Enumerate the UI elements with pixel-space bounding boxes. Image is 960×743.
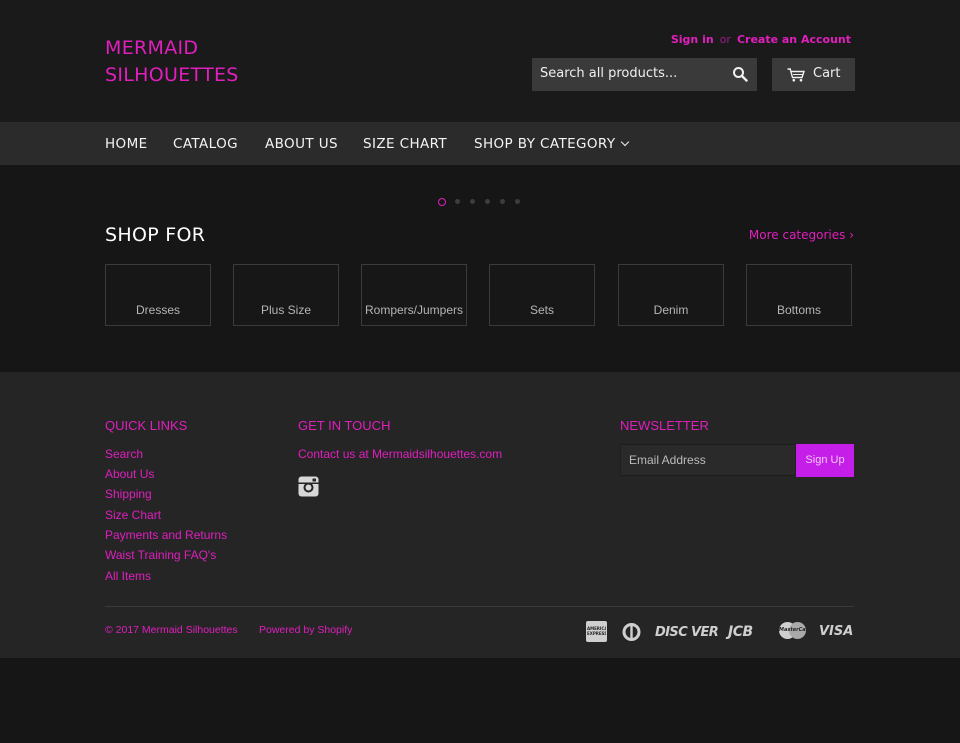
search-input[interactable]: Search all products... [540, 66, 677, 81]
master-label: MasterCard [779, 627, 806, 633]
discover-icon: DISC VER [655, 625, 719, 640]
chevron-down-icon [621, 137, 630, 147]
create-account-link[interactable]: Create an Account [737, 33, 851, 46]
cart-icon [787, 68, 805, 82]
slide-dot-4[interactable] [485, 199, 490, 204]
sign-up-label: Sign Up [805, 454, 845, 466]
search-icon[interactable] [732, 66, 748, 82]
category-card-dresses[interactable]: Dresses [105, 264, 211, 326]
nav-catalog[interactable]: CATALOG [173, 136, 238, 152]
main-nav: HOME CATALOG ABOUT US SIZE CHART SHOP BY… [0, 122, 960, 165]
master-icon: MasterCard [779, 622, 806, 641]
footer-link-about-us[interactable]: About Us [105, 467, 154, 481]
amex-label: AMERICAN EXPRESS [587, 626, 606, 636]
nav-size-chart[interactable]: SIZE CHART [363, 136, 447, 152]
category-card-denim[interactable]: Denim [618, 264, 724, 326]
category-card-rompers-jumpers[interactable]: Rompers/Jumpers [361, 264, 467, 326]
footer-link-shipping[interactable]: Shipping [105, 487, 152, 501]
powered-by-link[interactable]: Powered by Shopify [259, 624, 352, 636]
category-card-plus-size[interactable]: Plus Size [233, 264, 339, 326]
footer-divider [105, 606, 854, 607]
instagram-icon[interactable] [298, 476, 319, 497]
category-card-bottoms[interactable]: Bottoms [746, 264, 852, 326]
jcb-icon: JCB [728, 624, 753, 640]
category-card-sets[interactable]: Sets [489, 264, 595, 326]
nav-shop-by-category-label: SHOP BY CATEGORY [474, 136, 616, 152]
footer-link-search[interactable]: Search [105, 447, 143, 461]
contact-link[interactable]: Contact us at Mermaidsilhouettes.com [298, 447, 502, 461]
sign-in-link[interactable]: Sign in [671, 33, 714, 46]
category-label: Dresses [135, 303, 180, 317]
nav-about-us[interactable]: ABOUT US [265, 136, 338, 152]
category-label: Bottoms [776, 303, 821, 317]
account-links: Sign in or Create an Account [671, 33, 851, 46]
slide-dot-6[interactable] [515, 199, 520, 204]
shop-for-title: SHOP FOR [105, 224, 206, 246]
nav-shop-by-category[interactable]: SHOP BY CATEGORY [474, 136, 630, 152]
newsletter-title: NEWSLETTER [620, 418, 709, 433]
category-label: Rompers/Jumpers [364, 303, 464, 317]
footer-link-waist-training-faq[interactable]: Waist Training FAQ's [105, 548, 216, 562]
get-in-touch-title: GET IN TOUCH [298, 418, 391, 433]
sign-up-button[interactable]: Sign Up [796, 444, 854, 477]
site-logo[interactable]: MERMAID SILHOUETTES [105, 35, 285, 89]
slide-dot-5[interactable] [500, 199, 505, 204]
cart-button[interactable]: Cart [772, 58, 855, 91]
category-label: Sets [529, 303, 554, 317]
logo-line-2: SILHOUETTES [105, 64, 239, 86]
site-header: MERMAID SILHOUETTES Sign in or Create an A… [0, 0, 960, 122]
cart-label: Cart [813, 66, 841, 81]
or-separator: or [719, 33, 731, 46]
footer-link-payments-returns[interactable]: Payments and Returns [105, 528, 227, 542]
category-label: Plus Size [260, 303, 312, 317]
slide-dot-1[interactable] [438, 198, 446, 206]
more-categories-link[interactable]: More categories › [749, 228, 854, 242]
american-express-icon: AMERICAN EXPRESS [586, 621, 607, 642]
footer-link-all-items[interactable]: All Items [105, 569, 151, 583]
visa-icon: VISA [819, 624, 854, 639]
search-bar[interactable]: Search all products... [532, 58, 757, 91]
slide-dot-2[interactable] [455, 199, 460, 204]
site-footer: QUICK LINKS Search About Us Shipping Siz… [0, 372, 960, 658]
slide-dot-3[interactable] [470, 199, 475, 204]
diners-club-icon [622, 623, 641, 641]
email-field[interactable]: Email Address [620, 444, 796, 476]
quick-links-title: QUICK LINKS [105, 418, 188, 433]
logo-line-1: MERMAID [105, 37, 199, 59]
nav-home[interactable]: HOME [105, 136, 148, 152]
category-label: Denim [653, 303, 689, 317]
footer-link-size-chart[interactable]: Size Chart [105, 508, 161, 522]
email-placeholder: Email Address [629, 453, 706, 467]
copyright[interactable]: © 2017 Mermaid Silhouettes [105, 624, 238, 636]
